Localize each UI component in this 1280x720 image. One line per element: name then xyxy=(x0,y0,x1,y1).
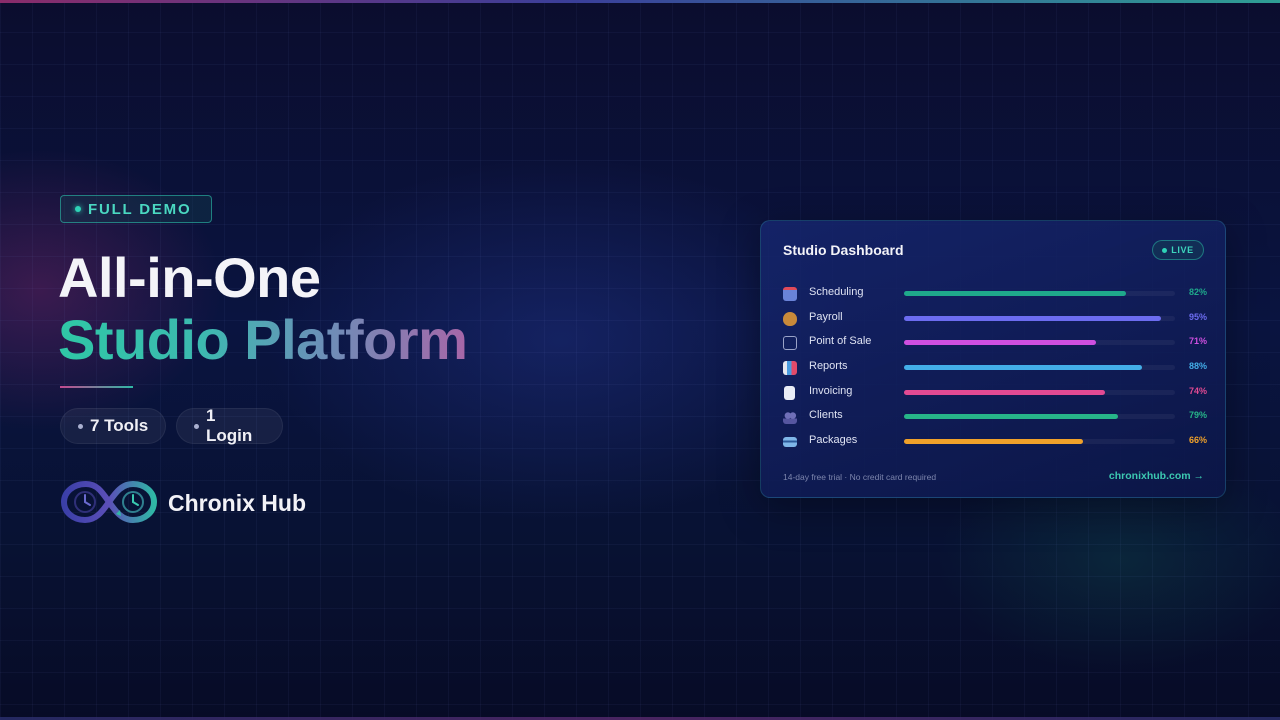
money-bag-icon xyxy=(783,311,797,326)
badge-label: FULL DEMO xyxy=(88,200,192,218)
feature-label: Packages xyxy=(809,434,858,447)
full-demo-badge: FULL DEMO xyxy=(60,195,212,223)
progress-fill xyxy=(904,439,1083,445)
pill-dot-icon xyxy=(194,423,199,429)
card-icon xyxy=(783,437,797,448)
live-dot-icon xyxy=(1162,247,1168,253)
progress-track xyxy=(904,414,1175,420)
pill-dot-icon xyxy=(78,423,83,429)
people-icon xyxy=(783,410,797,425)
feature-percent: 71% xyxy=(1188,336,1207,347)
progress-track xyxy=(904,365,1175,371)
feature-percent: 74% xyxy=(1188,385,1207,396)
feature-row-scheduling: Scheduling 82% xyxy=(783,283,1207,308)
progress-fill xyxy=(904,389,1105,395)
feature-row-payroll: Payroll 95% xyxy=(783,308,1207,333)
progress-track xyxy=(904,340,1175,346)
feature-label: Payroll xyxy=(809,310,843,323)
top-accent-line xyxy=(0,0,1280,3)
calendar-icon xyxy=(783,287,797,301)
feature-label: Clients xyxy=(809,409,843,422)
website-link[interactable]: chronixhub.com → xyxy=(1109,470,1204,482)
card-title: Studio Dashboard xyxy=(783,242,904,258)
cart-icon xyxy=(783,336,797,351)
headline-divider xyxy=(60,386,133,388)
tools-pill-label: 7 Tools xyxy=(90,416,149,435)
studio-dashboard-card: Studio Dashboard LIVE Scheduling 82% Pay… xyxy=(760,220,1226,498)
live-status-label: LIVE xyxy=(1171,245,1194,255)
bar-chart-icon xyxy=(783,361,797,376)
live-status-badge: LIVE xyxy=(1152,240,1204,260)
feature-row-reports: Reports 88% xyxy=(783,357,1207,382)
chronix-hub-logo-icon xyxy=(60,480,158,524)
tools-pill: 7 Tools xyxy=(60,408,166,444)
login-pill-label: 1 Login xyxy=(205,406,253,445)
feature-percent: 82% xyxy=(1188,287,1207,297)
feature-label: Reports xyxy=(809,360,848,373)
brand-name: Chronix Hub xyxy=(168,490,306,516)
badge-dot-icon xyxy=(75,206,81,212)
trial-note: 14-day free trial · No credit card requi… xyxy=(783,472,937,482)
login-pill: 1 Login xyxy=(176,406,283,445)
progress-track xyxy=(904,291,1175,296)
feature-list: Scheduling 82% Payroll 95% Point of Sale… xyxy=(783,283,1207,456)
progress-fill xyxy=(904,340,1097,346)
feature-percent: 88% xyxy=(1188,361,1207,372)
feature-row-point-of-sale: Point of Sale 71% xyxy=(783,332,1207,357)
progress-track xyxy=(904,439,1175,445)
progress-track xyxy=(904,389,1175,395)
feature-row-packages: Packages 66% xyxy=(783,431,1207,456)
feature-label: Invoicing xyxy=(809,384,853,397)
progress-fill xyxy=(904,365,1143,371)
feature-row-invoicing: Invoicing 74% xyxy=(783,382,1207,407)
feature-label: Point of Sale xyxy=(809,335,872,348)
feature-percent: 66% xyxy=(1188,435,1207,446)
feature-label: Scheduling xyxy=(809,286,864,298)
progress-fill xyxy=(904,291,1127,296)
feature-row-clients: Clients 79% xyxy=(783,406,1207,431)
headline-line2: Studio Platform xyxy=(58,308,468,371)
document-icon xyxy=(784,385,795,400)
feature-percent: 95% xyxy=(1188,311,1207,322)
progress-fill xyxy=(904,315,1162,321)
progress-track xyxy=(904,315,1175,321)
progress-fill xyxy=(904,414,1119,420)
headline-line1: All-in-One xyxy=(58,246,321,309)
feature-percent: 79% xyxy=(1188,410,1207,421)
